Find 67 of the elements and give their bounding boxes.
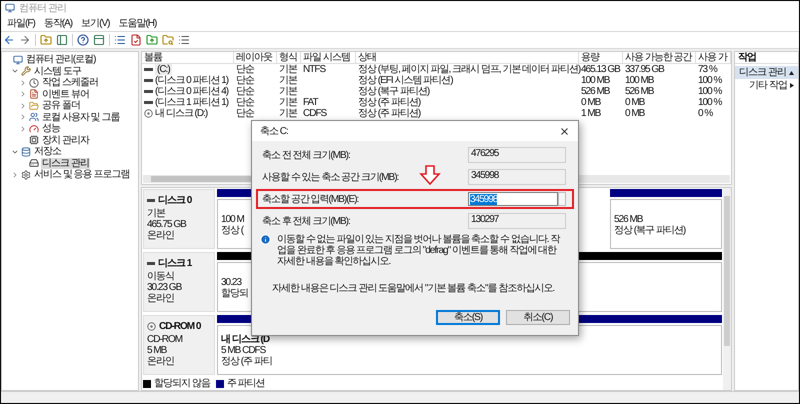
table-cell: 기본: [279, 86, 297, 97]
legend-label: 주 파티션: [226, 377, 265, 391]
table-cell: 100 %: [698, 75, 722, 86]
table-cell: 정상 (주 파티션): [358, 108, 420, 119]
help-text: 자세한 내용은 디스크 관리 도움말에서 "기본 볼륨 축소"를 참조하십시오.: [271, 282, 556, 296]
readonly-field: 476295: [468, 147, 566, 163]
table-cell: 100 %: [698, 86, 722, 97]
table-cell: 단순: [236, 97, 254, 108]
table-cell: 정상 (주 파티션): [358, 97, 420, 108]
disk-status: 온라인: [147, 293, 175, 304]
table-cell: 단순: [236, 64, 254, 75]
table-cell: 정상 (EFI 시스템 파티션): [358, 75, 453, 86]
table-cell: 기본: [279, 108, 297, 119]
disk-size: 5 MB: [147, 345, 168, 356]
table-cell: 526 MB: [581, 86, 610, 97]
table-cell: 0 MB: [625, 108, 644, 119]
disk-size: 30.23 GB: [147, 282, 183, 293]
table-cell: NTFS: [303, 64, 326, 75]
table-cell: 526 MB: [625, 86, 654, 97]
disk-name: CD-ROM 0: [159, 320, 200, 334]
table-cell: 기본: [279, 75, 297, 86]
readonly-field: 345998: [468, 169, 566, 185]
field-label: 축소할 공간 입력(MB)(E):: [262, 192, 358, 206]
table-cell: 단순: [236, 108, 254, 119]
table-cell: 기본: [279, 97, 297, 108]
partition-text: 100 M: [221, 214, 244, 225]
field-label: 축소 후 전체 크기(MB):: [262, 214, 350, 228]
dialog-title: 축소 C:: [260, 124, 288, 138]
partition-text: 정상 (: [221, 225, 244, 236]
table-cell: 100 %: [698, 97, 722, 108]
field-label: 축소 전 전체 크기(MB):: [262, 148, 350, 162]
disk-type: CD-ROM: [147, 334, 184, 345]
field-label: 사용할 수 있는 축소 공간 크기(MB):: [262, 170, 398, 184]
partition-text: 526 MB: [614, 214, 642, 225]
table-cell: 0 %: [698, 108, 712, 119]
table-cell: 0 MB: [581, 97, 600, 108]
readonly-field: 130297: [468, 213, 566, 229]
window-title: 컴퓨터 관리: [19, 2, 66, 16]
table-cell: 정상 (복구 파티션): [358, 86, 430, 97]
disk-name: 디스크 1: [158, 257, 192, 271]
disk-size: 465.75 GB: [147, 219, 188, 230]
table-cell: 기본: [279, 64, 297, 75]
disk-status: 온라인: [147, 356, 175, 367]
table-cell: 337.95 GB: [625, 64, 664, 75]
info-text: 이동할 수 없는 파일이 있는 지점을 벗어나 볼륨을 축소할 수 없습니다. 작업을 완료한 후 응용 프로그램 로그의 "defrag" 이벤트를 통해 작업에 대한 자세한 내용을 확인하십시오.: [277, 234, 561, 267]
pane-header: 작업: [735, 52, 798, 64]
table-cell: 465.13 GB: [581, 64, 620, 75]
table-cell: 100 MB: [625, 75, 654, 86]
disk-type: 이동식: [147, 271, 175, 282]
table-cell: CDFS: [303, 108, 326, 119]
table-cell: 단순: [236, 75, 254, 86]
disk-name: 디스크 0: [158, 194, 192, 208]
legend-label: 할당되지 않음: [154, 377, 210, 391]
table-cell: 1 MB: [581, 108, 600, 119]
disk-status: 온라인: [147, 230, 175, 241]
partition-text: 5 MB CDFS: [221, 345, 266, 356]
partition-text: 할당되: [221, 288, 248, 299]
partition-text: 정상 (복구 파티션): [614, 225, 686, 236]
table-cell: 100 MB: [581, 75, 610, 86]
table-cell: FAT: [303, 97, 318, 108]
table-cell: 0 MB: [625, 97, 644, 108]
table-cell: 73 %: [698, 64, 717, 75]
table-cell: 단순: [236, 86, 254, 97]
table-cell: 정상 (부팅, 페이지 파일, 크래시 덤프, 기본 데이터 파티션): [358, 64, 580, 75]
partition-text: 정상 (주 파티: [221, 356, 272, 367]
disk-type: 기본: [147, 208, 166, 219]
partition-text: 30.23: [221, 277, 242, 288]
